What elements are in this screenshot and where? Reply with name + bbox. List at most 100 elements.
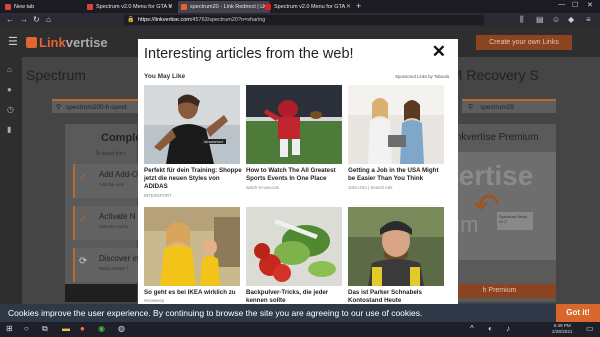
tab-label: New tab — [14, 4, 35, 10]
windows-start-icon[interactable]: ⊞ — [6, 324, 13, 333]
step-discover-articles[interactable]: ⟳ Discover in Read articles f — [73, 248, 139, 282]
url-bar[interactable]: 🔒 https://linkvertise.com/45763/spectrum… — [124, 15, 484, 25]
article-source: Novaweep — [144, 298, 165, 303]
minimize-icon[interactable]: — — [558, 1, 565, 8]
article-title[interactable]: Getting a Job in the USA Might be Easier… — [348, 167, 446, 183]
step-add-addon[interactable]: ✓ Add Add-O Add the exte — [73, 164, 139, 198]
maximize-icon[interactable]: ☐ — [572, 1, 578, 9]
tab-favicon-icon — [181, 4, 187, 10]
arrow-icon: ↶ — [473, 187, 500, 223]
tab-label: Spectrum v2.0 Menu for GTA — [274, 4, 346, 10]
step-desc: Add the exte — [99, 182, 125, 187]
thumb-brand-label: INTERSPORT — [204, 140, 223, 144]
article-title[interactable]: So geht es bei IKEA wirklich zu — [144, 289, 242, 297]
extension-icon[interactable]: ◆ — [568, 15, 574, 24]
step-desc: Read articles f — [99, 266, 128, 271]
forward-icon[interactable]: → — [20, 15, 28, 24]
logo-text-link: Link — [39, 35, 66, 50]
browser-tab-strip: New tab Spectrum v2.0 Menu for GTA V ✕ s… — [0, 0, 600, 13]
home-icon[interactable]: ⌂ — [46, 15, 51, 24]
history-nav-icon[interactable]: ◷ — [7, 105, 14, 114]
library-icon[interactable]: ⫼ — [520, 15, 524, 25]
back-icon[interactable]: ← — [6, 15, 14, 24]
bookmark-nav-icon[interactable]: ▮ — [7, 125, 11, 134]
create-links-button[interactable]: Create your own Links — [476, 35, 572, 50]
loading-icon: ⟳ — [79, 256, 88, 267]
linkvertise-logo[interactable]: Linkvertise — [26, 35, 108, 50]
network-icon[interactable]: ◐ — [488, 324, 493, 333]
firefox-icon[interactable]: ● — [80, 324, 85, 333]
search-tag-left[interactable]: ⚲ spectrum200-h spect — [52, 99, 144, 113]
hamburger-menu-icon[interactable]: ☰ — [8, 35, 18, 48]
article-image-vegetables[interactable] — [246, 207, 342, 286]
card-title: Comple — [101, 132, 142, 144]
close-tab-icon[interactable]: ✕ — [346, 3, 351, 10]
premium-panel: Linkvertise Premium vertise ium ↶ Spectr… — [443, 124, 556, 302]
article-image-ikea[interactable] — [144, 207, 240, 286]
home-nav-icon[interactable]: ⌂ — [7, 65, 12, 74]
tray-chevron-icon[interactable]: ^ — [470, 324, 474, 333]
taskbar-clock[interactable]: 6:49 PM 2/26/2021 — [552, 323, 572, 335]
browser-tab-new-tab[interactable]: New tab — [2, 1, 82, 13]
card-subtitle: To reach the t — [95, 151, 126, 157]
check-icon: ✓ — [79, 172, 88, 183]
modal-title: Interesting articles from the web! — [144, 46, 354, 62]
step-title: Add Add-O — [99, 170, 139, 179]
user-nav-icon[interactable]: ● — [7, 85, 12, 94]
article-image-parker-schnabel[interactable] — [348, 207, 444, 286]
card-footer-bar — [65, 284, 137, 302]
notification-icon[interactable]: ▭ — [586, 324, 594, 333]
logo-mark-icon — [26, 37, 37, 48]
article-title[interactable]: How to Watch The All Greatest Sports Eve… — [246, 167, 344, 183]
task-view-icon[interactable]: ⧉ — [42, 324, 48, 334]
account-icon[interactable]: ☺ — [552, 15, 560, 24]
article-image-football[interactable] — [246, 85, 342, 164]
page-title-left: Spectrum — [26, 67, 86, 83]
article-image-job[interactable] — [348, 85, 444, 164]
browser-nav-bar: ← → ↻ ⌂ 🔒 https://linkvertise.com/45763/… — [0, 13, 600, 27]
search-icon: ⚲ — [56, 104, 62, 111]
browser-tab-linkvertise[interactable]: spectrum20 - Link Redirect | Li ✕ — [178, 1, 270, 13]
premium-button[interactable]: h Premium — [443, 284, 556, 298]
lock-icon: 🔒 — [127, 17, 135, 23]
search-tag-right[interactable]: ⚲ spectrum29 — [462, 99, 556, 113]
new-tab-icon[interactable]: + — [356, 1, 361, 11]
step-activate-notifications[interactable]: ✓ Activate N Activate notific — [73, 206, 139, 240]
you-may-like-heading: You May Like — [144, 73, 186, 80]
url-path: /45763/spectrum20?o=sharing — [190, 17, 266, 23]
logo-text-vertise: vertise — [65, 35, 108, 50]
chrome-icon[interactable]: ◉ — [98, 324, 105, 333]
close-tab-icon[interactable]: ✕ — [168, 3, 173, 10]
volume-icon[interactable]: ♪ — [506, 324, 510, 333]
articles-modal: Interesting articles from the web! ✕ You… — [138, 39, 458, 304]
article-image-running-woman[interactable]: INTERSPORT — [144, 85, 240, 164]
article-title[interactable]: Backpulver-Tricks, die jeder kennen soll… — [246, 289, 344, 304]
browser-tab-spectrum-menu[interactable]: Spectrum v2.0 Menu for GTA V ✕ — [84, 1, 176, 13]
app-icon[interactable]: ◍ — [118, 324, 125, 333]
close-icon[interactable]: ✕ — [432, 42, 446, 62]
premium-title: Linkvertise Premium — [448, 132, 539, 143]
close-window-icon[interactable]: ✕ — [587, 1, 593, 9]
tab-favicon-icon — [87, 4, 93, 10]
menu-icon[interactable]: ≡ — [586, 15, 591, 24]
article-title[interactable]: Das ist Parker Schnabels Kontostand Heut… — [348, 289, 446, 304]
search-tag-text: spectrum29 — [480, 104, 514, 111]
premium-video[interactable]: vertise ium ↶ Spectrum Menu v2.2 — [443, 152, 556, 260]
step-title: Activate N — [99, 212, 136, 221]
browser-tab-spectrum-gta[interactable]: Spectrum v2.0 Menu for GTA ✕ — [262, 1, 354, 13]
tab-favicon-icon — [5, 4, 11, 10]
tab-label: spectrum20 - Link Redirect | Li — [190, 4, 265, 10]
file-explorer-icon[interactable]: ▬ — [62, 324, 70, 333]
sidebar-icon[interactable]: ▤ — [536, 15, 544, 24]
sponsored-links-label[interactable]: Sponsored Links by Taboola — [395, 74, 449, 79]
tab-label: Spectrum v2.0 Menu for GTA V — [96, 4, 173, 10]
reload-icon[interactable]: ↻ — [33, 15, 40, 24]
search-taskbar-icon[interactable]: ○ — [24, 324, 29, 333]
got-it-button[interactable]: Got it! — [556, 304, 600, 322]
article-title[interactable]: Perfekt für dein Training: Shoppe jetzt … — [144, 167, 242, 191]
step-desc: Activate notific — [99, 224, 129, 229]
check-icon: ✓ — [79, 214, 88, 225]
article-source: watch-it-now.com — [246, 185, 280, 190]
cookie-consent-text: Cookies improve the user experience. By … — [8, 308, 423, 318]
clock-date: 2/26/2021 — [552, 329, 573, 334]
